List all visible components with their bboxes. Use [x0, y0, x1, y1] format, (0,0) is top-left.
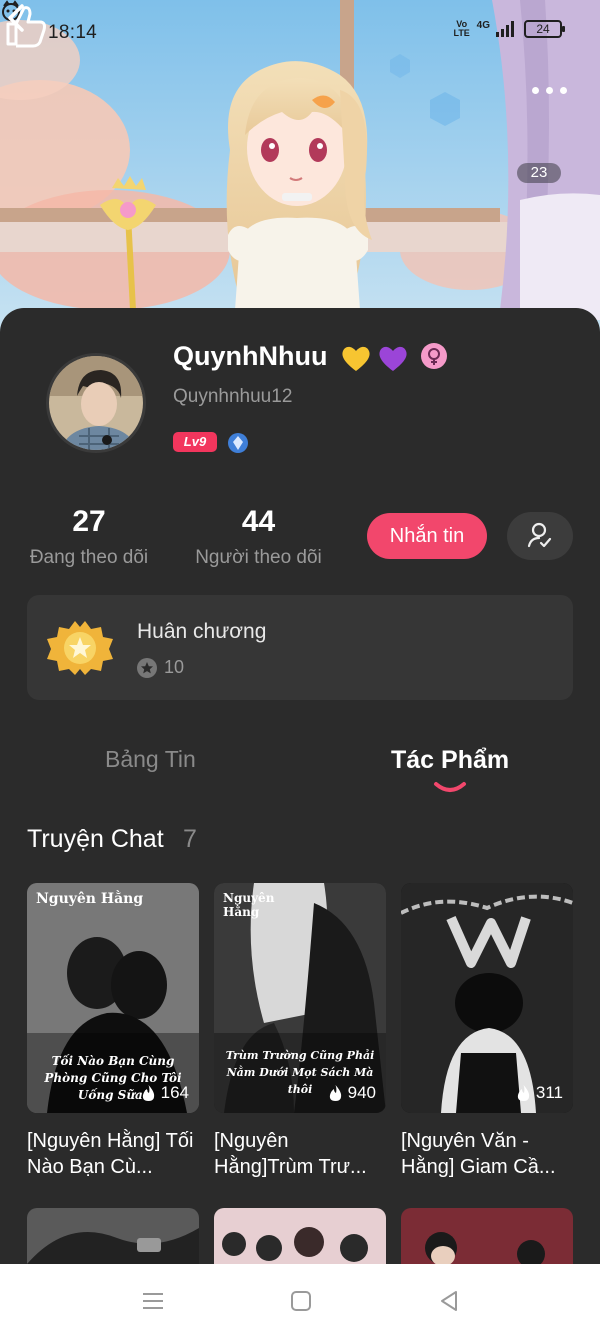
user-check-icon [527, 522, 552, 548]
profile-screen: 18:14 Vo LTE 4G 24 23 QuynhNhuu Quynhnhu… [0, 0, 600, 1337]
story-card[interactable] [214, 1208, 386, 1264]
view-count-value: 164 [160, 1083, 189, 1102]
tab-feed[interactable]: Bảng Tin [105, 746, 196, 773]
cover-image [214, 1208, 386, 1264]
cover-image [401, 1208, 573, 1264]
section-count: 7 [183, 825, 197, 853]
username: Quynhnhuu12 [173, 386, 293, 407]
view-count: 311 [516, 1083, 563, 1103]
more-icon [532, 86, 539, 94]
purple-heart-icon [379, 346, 407, 371]
followers-label: Người theo dõi [195, 547, 322, 568]
story-cover: 311 [401, 883, 573, 1113]
medal-icon [47, 621, 113, 675]
view-count-value: 311 [535, 1083, 563, 1102]
system-nav-bar [0, 1264, 600, 1337]
medal-count: 10 [164, 657, 185, 677]
avatar[interactable] [46, 353, 146, 453]
status-indicators: Vo LTE 4G 24 [453, 19, 565, 38]
section-title: Truyện Chat [27, 825, 164, 853]
battery-level: 24 [536, 22, 550, 36]
cover-author: Nguyên Hằng [36, 891, 144, 907]
cover-author: Nguyên Hằng [223, 891, 275, 919]
status-time: 18:14 [48, 22, 98, 43]
story-card[interactable] [27, 1208, 199, 1264]
story-cover: Nguyên Hằng Trùm Trường Cũng Phải Nằm Dư… [214, 883, 386, 1113]
profile-banner: 18:14 Vo LTE 4G 24 23 [0, 0, 600, 340]
view-count: 940 [328, 1083, 376, 1103]
follow-button[interactable] [507, 512, 573, 560]
back-triangle-icon[interactable] [436, 1288, 462, 1314]
message-button[interactable]: Nhắn tin [367, 513, 487, 559]
gender-badge [421, 343, 447, 369]
avatar-image [49, 356, 143, 450]
status-bar: 18:14 Vo LTE 4G 24 [0, 0, 600, 68]
story-card[interactable] [401, 1208, 573, 1264]
story-title: [Nguyên Văn - Hằng] Giam Cầ... [401, 1130, 556, 1178]
star-icon [137, 658, 157, 678]
battery-icon: 24 [524, 20, 565, 38]
home-icon[interactable] [288, 1288, 314, 1314]
story-cover: Nguyên Hằng Tối Nào Bạn Cùng Phòng Cũng … [27, 883, 199, 1113]
female-icon [428, 348, 440, 365]
fire-icon [142, 1085, 154, 1101]
fire-icon [517, 1085, 530, 1101]
story-title: [Nguyên Hằng]Trùm Trư... [214, 1130, 367, 1178]
volte-indicator: Vo LTE [453, 19, 470, 38]
view-count-value: 940 [347, 1083, 376, 1102]
active-tab-indicator [434, 782, 466, 792]
display-name: QuynhNhuu [173, 341, 328, 371]
thumbs-up-icon[interactable] [0, 0, 50, 74]
more-options-button[interactable] [532, 80, 572, 100]
story-title: [Nguyên Hằng] Tối Nào Bạn Cù... [27, 1130, 194, 1178]
network-type: 4G [476, 19, 490, 31]
following-label: Đang theo dõi [29, 547, 149, 568]
like-count: 23 [517, 163, 561, 183]
view-count: 164 [141, 1083, 189, 1103]
following-stat[interactable]: 27 Đang theo dõi [27, 505, 151, 569]
cover-image [401, 883, 573, 1113]
level-badge: Lv9 [173, 432, 217, 452]
menu-icon[interactable] [140, 1288, 166, 1314]
yellow-heart-icon [342, 346, 370, 371]
medal-title: Huân chương [137, 620, 267, 643]
signal-icon [496, 21, 514, 37]
profile-card: QuynhNhuu Quynhnhuu12 Lv9 27 Đang theo d… [0, 308, 600, 1308]
tab-works[interactable]: Tác Phẩm [391, 746, 509, 775]
vip-diamond-icon [228, 433, 248, 453]
fire-icon [329, 1085, 341, 1101]
followers-stat[interactable]: 44 Người theo dõi [192, 505, 325, 569]
cover-image [27, 1208, 199, 1264]
followers-count: 44 [241, 505, 276, 538]
medal-panel[interactable]: Huân chương 10 [27, 595, 573, 700]
following-count: 27 [72, 505, 106, 538]
